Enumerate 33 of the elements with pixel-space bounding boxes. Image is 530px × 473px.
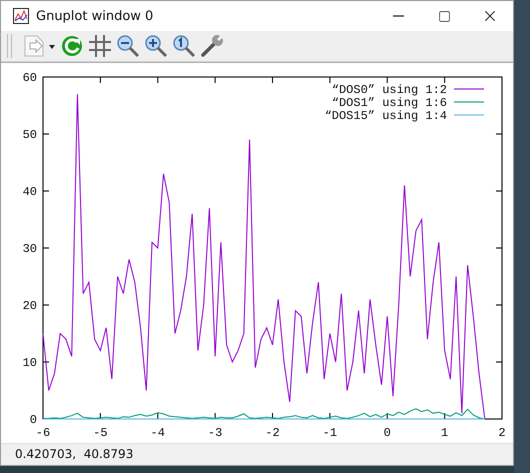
cursor-coordinates: 0.420703, 40.8793 (15, 447, 134, 462)
maximize-icon (438, 10, 450, 22)
x-tick-label: -5 (93, 426, 108, 440)
zoom-reset-icon[interactable] (172, 34, 196, 58)
legend-line (454, 101, 484, 102)
y-tick-label: 60 (22, 70, 37, 85)
window-title: Gnuplot window 0 (36, 8, 154, 24)
minimize-icon (392, 15, 404, 17)
grid-icon[interactable] (88, 34, 112, 58)
wrench-icon[interactable] (200, 34, 224, 58)
zoom-out-icon[interactable] (116, 34, 140, 58)
x-tick-label: -3 (208, 426, 222, 440)
chart-app-icon (13, 8, 29, 24)
legend-line (454, 114, 484, 116)
y-tick-label: 30 (22, 242, 37, 256)
legend-label: “DOS0” using 1:2 (332, 82, 447, 97)
y-tick-label: 10 (22, 356, 37, 370)
x-tick-label: -6 (36, 426, 50, 440)
x-tick-label: -2 (265, 426, 280, 440)
zoom-in-icon[interactable] (144, 34, 168, 58)
x-tick-label: 2 (498, 426, 506, 440)
x-tick-label: -1 (322, 426, 338, 440)
refresh-icon[interactable] (60, 34, 84, 58)
legend-label: “DOS1” using 1:6 (332, 96, 447, 110)
x-tick-label: -4 (150, 426, 165, 440)
y-tick-label: 0 (30, 412, 37, 427)
x-tick-label: 1 (441, 426, 448, 440)
legend-line (454, 88, 484, 90)
y-tick-label: 40 (22, 184, 37, 199)
x-tick-label: 0 (384, 426, 391, 440)
y-tick-label: 50 (22, 128, 37, 142)
legend-label: “DOS15” using 1:4 (324, 108, 447, 123)
y-tick-label: 20 (22, 298, 37, 313)
